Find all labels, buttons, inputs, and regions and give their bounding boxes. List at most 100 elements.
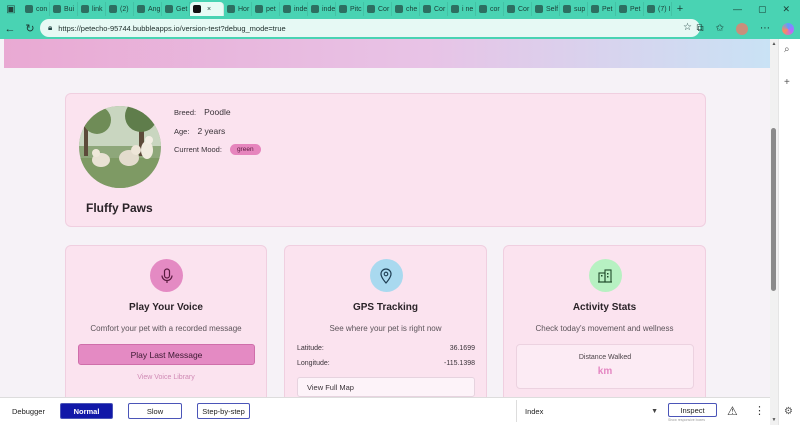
page-icon xyxy=(395,5,403,13)
browser-tab[interactable]: Hor xyxy=(224,2,252,16)
address-bar-row: ← ↻ 🔒︎ https://petecho-95744.bubbleapps.… xyxy=(0,18,800,39)
browser-tab[interactable]: i ne xyxy=(448,2,476,16)
browser-tab[interactable]: Cor xyxy=(420,2,448,16)
profile-avatar[interactable] xyxy=(736,22,748,35)
breed-value: Poodle xyxy=(204,107,231,117)
tab-label: link xyxy=(92,5,103,13)
tab-label: con xyxy=(36,5,48,13)
distance-unit: km xyxy=(597,366,613,377)
step-by-step-button[interactable]: Step-by-step xyxy=(197,403,250,419)
lock-icon: 🔒︎ xyxy=(48,23,53,32)
browser-tab[interactable]: Bui xyxy=(50,2,78,16)
age-label: Age: xyxy=(174,126,190,136)
latitude-value: 36.1699 xyxy=(449,345,475,352)
tab-label: sup xyxy=(574,5,586,13)
minimize-icon[interactable]: — xyxy=(733,4,742,14)
tab-label: pet xyxy=(266,5,276,13)
view-voice-library-link[interactable]: View Voice Library xyxy=(66,374,266,381)
page-icon xyxy=(255,5,263,13)
page-viewport: Fluffy Paws Breed: Poodle Age: 2 years C… xyxy=(0,39,770,397)
play-last-message-button[interactable]: Play Last Message xyxy=(78,344,255,365)
page-icon xyxy=(339,5,347,13)
tab-label: cor xyxy=(490,5,500,13)
browser-tab[interactable]: Pet xyxy=(588,2,616,16)
longitude-row: Longitude: -115.1398 xyxy=(297,360,475,367)
page-icon xyxy=(367,5,375,13)
refresh-icon[interactable]: ↻ xyxy=(20,18,40,39)
n-icon xyxy=(619,5,627,13)
scroll-up-arrow-icon[interactable]: ▲ xyxy=(770,41,778,47)
close-icon[interactable]: ✕ xyxy=(782,4,790,15)
url-field[interactable]: 🔒︎ https://petecho-95744.bubbleapps.io/v… xyxy=(40,19,700,37)
copilot-icon[interactable] xyxy=(782,22,794,35)
browser-tab[interactable]: link xyxy=(78,2,106,16)
more-menu-icon[interactable]: ⋯ xyxy=(760,23,770,34)
inspect-button[interactable]: Inspect xyxy=(668,403,717,417)
browser-tab[interactable]: sup xyxy=(560,2,588,16)
header-banner xyxy=(4,39,770,68)
browser-tab[interactable]: con xyxy=(22,2,50,16)
browser-tab[interactable]: (2) xyxy=(106,2,134,16)
tab-label: Hor xyxy=(238,5,250,13)
favorite-star-icon[interactable]: ☆ xyxy=(683,22,692,33)
google-icon xyxy=(423,5,431,13)
mood-label: Current Mood: xyxy=(174,145,222,154)
tab-label: Pet xyxy=(630,5,641,13)
tab-label: Self xyxy=(546,5,559,13)
building-stats-icon xyxy=(588,259,622,292)
latitude-label: Latitude: xyxy=(297,345,324,352)
activity-description: Check today's movement and wellness xyxy=(535,324,674,333)
tab-close-icon[interactable]: × xyxy=(207,6,211,13)
browser-tab[interactable]: che xyxy=(392,2,420,16)
browser-tab[interactable]: inde xyxy=(308,2,336,16)
scroll-thumb[interactable] xyxy=(771,128,776,291)
mood-badge: green xyxy=(229,144,261,155)
browser-sidebar: ⌕ + ⚙ xyxy=(778,39,800,425)
browser-tab[interactable]: Pet xyxy=(616,2,644,16)
browser-tab[interactable]: Get xyxy=(162,2,190,16)
tab-label: inde xyxy=(294,5,308,13)
browser-tab[interactable]: inde xyxy=(280,2,308,16)
microphone-icon xyxy=(150,259,183,292)
n-icon xyxy=(535,5,543,13)
extensions-icon[interactable]: ⧉ xyxy=(696,23,703,34)
browser-toolbar-right: ⧉ ✩ ⋯ xyxy=(696,18,794,39)
window-controls: — ▢ ✕ xyxy=(733,0,800,18)
more-options-icon[interactable]: ⋮ xyxy=(754,404,765,417)
maximize-icon[interactable]: ▢ xyxy=(758,4,767,15)
slow-mode-button[interactable]: Slow xyxy=(128,403,182,419)
browser-tab[interactable]: pet xyxy=(252,2,280,16)
browser-tab[interactable]: Ang xyxy=(134,2,162,16)
workspaces-icon[interactable]: ▣ xyxy=(0,0,22,18)
page-select-value: Index xyxy=(525,406,544,416)
browser-tab[interactable]: (7) I xyxy=(644,2,672,16)
normal-mode-button[interactable]: Normal xyxy=(60,403,113,419)
scroll-down-arrow-icon[interactable]: ▼ xyxy=(770,417,778,423)
page-icon xyxy=(479,5,487,13)
back-icon[interactable]: ← xyxy=(0,18,20,39)
pet-name: Fluffy Paws xyxy=(86,201,153,215)
page-icon xyxy=(507,5,515,13)
page-select[interactable]: Index ▼ xyxy=(516,400,664,422)
favorites-icon[interactable]: ✩ xyxy=(716,23,724,34)
linkedin-icon xyxy=(109,5,117,13)
settings-gear-icon[interactable]: ⚙ xyxy=(784,406,793,417)
activity-card: Activity Stats Check today's movement an… xyxy=(503,245,706,397)
add-icon[interactable]: + xyxy=(784,77,790,88)
browser-tab[interactable]: cor xyxy=(476,2,504,16)
gps-title: GPS Tracking xyxy=(352,302,419,313)
warning-icon[interactable]: ⚠ xyxy=(727,404,738,418)
browser-tab[interactable]: × xyxy=(190,2,224,16)
chevron-down-icon: ▼ xyxy=(651,407,658,415)
page-scrollbar[interactable]: ▲ ▼ xyxy=(770,39,778,425)
mood-row: Current Mood: green xyxy=(174,144,261,155)
new-tab-button[interactable]: + xyxy=(672,3,688,15)
page-icon xyxy=(451,5,459,13)
view-full-map-button[interactable]: View Full Map xyxy=(297,377,475,397)
search-icon[interactable]: ⌕ xyxy=(784,44,790,55)
browser-tab[interactable]: Cor xyxy=(504,2,532,16)
page-icon xyxy=(137,5,145,13)
browser-tab[interactable]: Self xyxy=(532,2,560,16)
browser-tab[interactable]: Cor xyxy=(364,2,392,16)
browser-tab[interactable]: Pitc xyxy=(336,2,364,16)
